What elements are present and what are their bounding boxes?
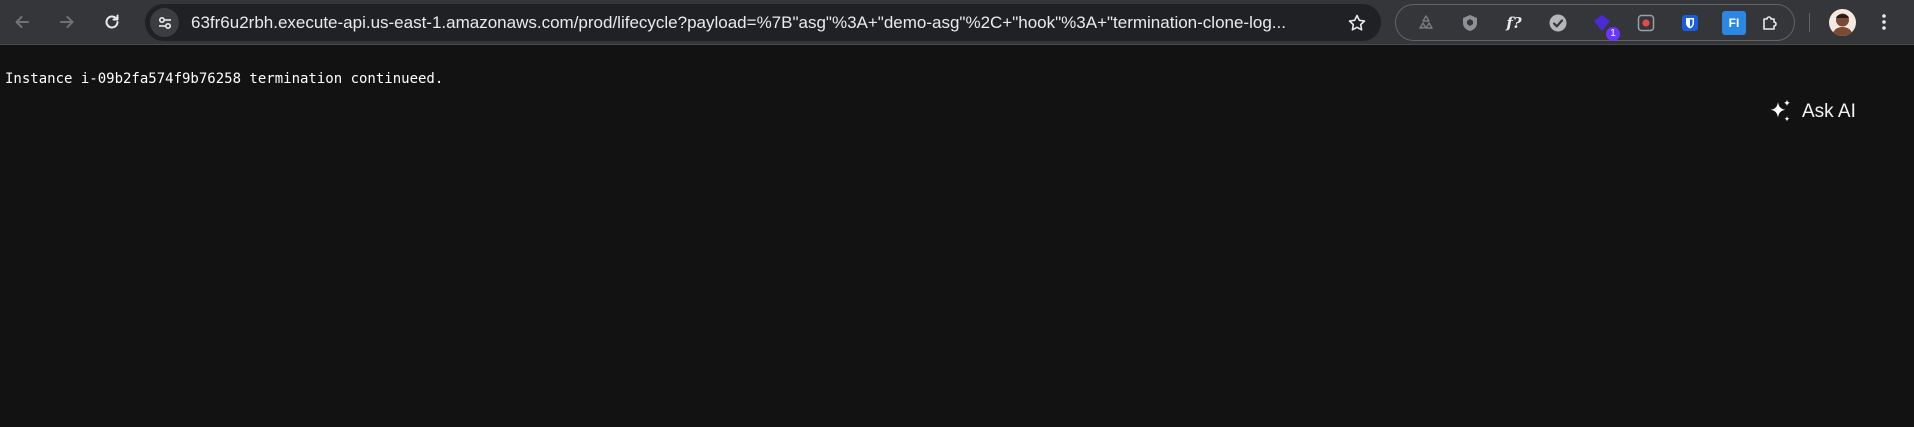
star-icon: [1348, 14, 1366, 31]
puzzle-extensions-icon[interactable]: [1758, 11, 1782, 35]
arrow-right-icon: [60, 16, 74, 28]
browser-toolbar: 63fr6u2rbh.execute-api.us-east-1.amazona…: [0, 0, 1914, 45]
page-content: Instance i-09b2fa574f9b76258 termination…: [0, 46, 1914, 427]
arrow-left-icon: [15, 16, 29, 28]
extensions-group: f? 1 FI: [1395, 4, 1795, 41]
avatar[interactable]: [1829, 9, 1856, 36]
forward-button[interactable]: [51, 6, 83, 38]
purple-extension-icon[interactable]: 1: [1590, 11, 1620, 41]
reload-icon: [105, 14, 119, 29]
toolbar-divider: [1809, 13, 1810, 32]
record-extension-icon[interactable]: [1634, 11, 1658, 35]
bitwarden-extension-icon[interactable]: [1678, 11, 1702, 35]
extension-badge: 1: [1606, 27, 1620, 41]
profile-avatar-icon: [1829, 9, 1856, 36]
back-button[interactable]: [6, 6, 38, 38]
shield-extension-icon[interactable]: [1458, 11, 1482, 35]
tune-icon: [158, 16, 171, 29]
ask-ai-label: Ask AI: [1802, 101, 1856, 122]
address-bar[interactable]: 63fr6u2rbh.execute-api.us-east-1.amazona…: [145, 4, 1381, 41]
checkmark-extension-icon[interactable]: [1546, 11, 1570, 35]
ask-ai-button[interactable]: Ask AI: [1766, 96, 1856, 128]
sparkle-icon: [1770, 99, 1791, 122]
bookmark-button[interactable]: [1345, 11, 1369, 35]
site-info-button[interactable]: [150, 8, 179, 37]
url-text[interactable]: 63fr6u2rbh.execute-api.us-east-1.amazona…: [191, 4, 1321, 41]
response-message: Instance i-09b2fa574f9b76258 termination…: [5, 71, 444, 87]
more-vertical-icon: [1882, 14, 1886, 30]
fi-extension-icon[interactable]: FI: [1722, 11, 1746, 35]
function-extension-icon[interactable]: f?: [1502, 11, 1526, 35]
reload-button[interactable]: [96, 6, 128, 38]
recycle-extension-icon[interactable]: [1414, 11, 1438, 35]
browser-menu-button[interactable]: [1872, 10, 1896, 34]
